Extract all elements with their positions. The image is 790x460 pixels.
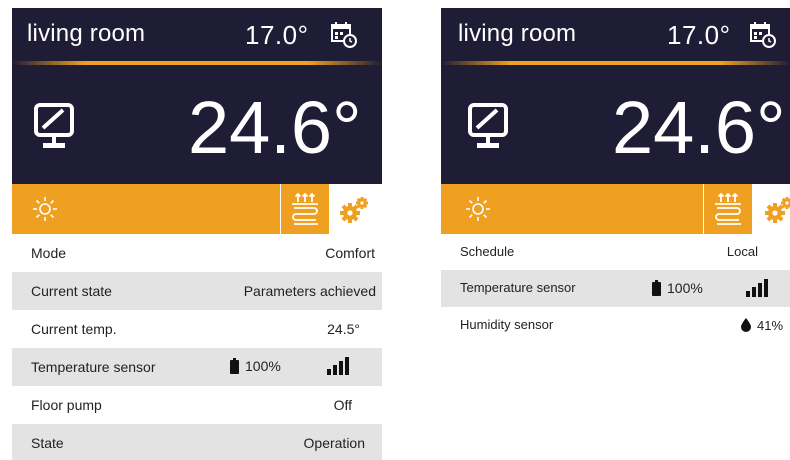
header-divider — [441, 61, 790, 65]
header-divider — [12, 61, 382, 65]
header: living room 17.0° 24.6° — [441, 8, 790, 184]
signal-strength-icon — [746, 279, 768, 297]
display-icon — [34, 103, 74, 148]
row-label: Current state — [31, 283, 112, 299]
gears-icon[interactable] — [764, 196, 790, 224]
row-floor-pump[interactable]: Floor pump Off — [12, 386, 382, 424]
humidity-status: 41% — [741, 318, 783, 333]
row-label: Floor pump — [31, 397, 102, 413]
thermostat-panel-right: living room 17.0° 24.6° Schedule Local T… — [441, 8, 790, 460]
calendar-clock-icon[interactable] — [330, 21, 358, 49]
row-label: Temperature sensor — [31, 359, 156, 375]
display-icon — [468, 103, 508, 148]
mode-bar — [441, 184, 790, 234]
floor-heating-button[interactable] — [703, 184, 752, 234]
battery-icon — [230, 358, 239, 374]
row-label: Mode — [31, 245, 67, 261]
battery-status: 100% — [230, 358, 281, 374]
row-label: Temperature sensor — [460, 280, 576, 295]
calendar-clock-icon[interactable] — [749, 21, 777, 49]
row-state[interactable]: State Operation — [12, 424, 382, 460]
row-mode[interactable]: Mode Comfort — [12, 234, 382, 272]
room-name: living room — [458, 20, 577, 47]
row-value: Operation — [303, 435, 365, 451]
water-drop-icon — [741, 318, 751, 332]
battery-icon — [652, 280, 661, 296]
row-value: Parameters achieved — [243, 283, 376, 299]
row-value: Local — [726, 244, 758, 259]
humidity-level: 41% — [757, 318, 784, 333]
row-current-temp[interactable]: Current temp. 24.5° — [12, 310, 382, 348]
setpoint-temperature[interactable]: 17.0° — [667, 20, 731, 51]
floor-heating-icon — [715, 192, 741, 225]
row-label: State — [31, 435, 64, 451]
row-value: 24.5° — [327, 321, 360, 337]
sun-icon[interactable] — [32, 196, 58, 222]
row-value: Comfort — [325, 245, 375, 261]
thermostat-panel-left: living room 17.0° 24.6° Mode Comfort Cur… — [12, 8, 382, 460]
header: living room 17.0° 24.6° — [12, 8, 382, 184]
row-label: Humidity sensor — [460, 317, 554, 332]
row-label: Schedule — [460, 244, 515, 259]
current-temperature: 24.6° — [612, 86, 786, 169]
sun-icon[interactable] — [465, 196, 491, 222]
signal-strength-icon — [327, 357, 349, 375]
floor-heating-icon — [292, 192, 318, 225]
battery-level: 100% — [245, 358, 281, 374]
floor-heating-button[interactable] — [280, 184, 329, 234]
mode-bar — [12, 184, 382, 234]
room-name: living room — [27, 20, 146, 47]
row-value: Off — [333, 397, 352, 413]
row-label: Current temp. — [31, 321, 117, 337]
row-schedule[interactable]: Schedule Local — [441, 234, 790, 270]
row-temperature-sensor[interactable]: Temperature sensor 100% — [441, 270, 790, 306]
row-current-state[interactable]: Current state Parameters achieved — [12, 272, 382, 310]
row-temperature-sensor[interactable]: Temperature sensor 100% — [12, 348, 382, 386]
current-temperature: 24.6° — [188, 86, 362, 169]
setpoint-temperature[interactable]: 17.0° — [245, 20, 309, 51]
battery-level: 100% — [667, 280, 703, 296]
battery-status: 100% — [652, 280, 703, 296]
gears-icon[interactable] — [339, 196, 369, 224]
row-humidity-sensor[interactable]: Humidity sensor 41% — [441, 306, 790, 343]
